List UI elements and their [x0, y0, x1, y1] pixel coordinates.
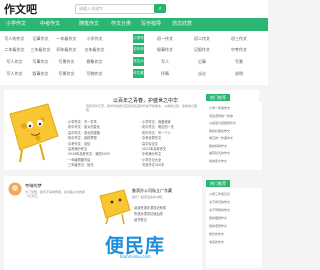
sidebar-list-item[interactable]: 写给老师的一封信: [209, 114, 233, 118]
sidebar-list-item[interactable]: 描写秋天的作文: [209, 151, 230, 155]
sidebar-tab-hot[interactable]: 热门推荐: [206, 94, 230, 101]
grid-link[interactable]: 写人作文: [2, 70, 27, 77]
nav-item-guide[interactable]: 写作指导: [141, 18, 161, 31]
section2-list-item[interactable]: 阅读鲁滨孙漂流记有感: [132, 206, 166, 211]
banner-list-item[interactable]: 初中作文：家乡的变化: [66, 125, 100, 130]
banner-list-item[interactable]: 高中议论文: [140, 142, 158, 147]
nav-item-category[interactable]: 作文分类: [111, 18, 131, 31]
banner-description: 百年风华正茂，新时代的我们应该肩负起时代赋予的使命，以青春之我，建青春之国家。: [86, 104, 198, 112]
grid-link[interactable]: 想象作文: [82, 58, 107, 65]
sidebar-list-item[interactable]: 我的好朋友作文: [209, 129, 230, 133]
grid-link[interactable]: 叙事作文: [148, 46, 182, 53]
grid-link[interactable]: 写事作文: [28, 58, 53, 65]
sidebar-list-item[interactable]: 我的家乡作文: [209, 159, 227, 163]
grid-link[interactable]: 写景: [222, 58, 256, 65]
grid-link[interactable]: 记事作文: [28, 35, 53, 42]
grid-link[interactable]: 说明: [222, 70, 256, 77]
section2-left-title[interactable]: 夸暗的梦: [25, 183, 42, 189]
section2-list-item[interactable]: 读书笔记: [132, 218, 147, 223]
sidebar-list-item[interactable]: 我的老师作文: [209, 224, 227, 228]
sidebar-list-item[interactable]: 难忘的一件事作文: [209, 136, 233, 140]
main-nav: 小学作文 中考作文 随笔作文 作文分类 写作指导 范文欣赏: [0, 18, 268, 31]
section2-list-item[interactable]: 鲁滨孙漂流记读后感: [132, 212, 163, 217]
sidebar-tab-hot-2[interactable]: 热门推荐: [206, 180, 230, 187]
grid-link[interactable]: 四年级作文: [54, 46, 79, 53]
sidebar-list-item[interactable]: 成长的作文: [209, 232, 224, 236]
banner-title[interactable]: 以百年之青春，护盛世之中华: [113, 97, 178, 104]
cheese-mascot-illustration: [9, 103, 59, 163]
avatar-icon: [8, 182, 22, 196]
section2-right-title[interactable]: 鲁滨孙公司私立广东藏: [132, 188, 172, 194]
grid-link[interactable]: 写人: [148, 58, 182, 65]
grid-link[interactable]: 初二作文: [185, 35, 219, 42]
sidebar-list-item[interactable]: 小学三年级日记: [209, 192, 230, 196]
grid-link[interactable]: 初三作文: [222, 35, 256, 42]
grid-link[interactable]: 一年级作文: [54, 35, 79, 42]
banner-list-item[interactable]: 中考优秀作文: [140, 136, 161, 141]
banner-list-item[interactable]: 写景作文300字: [140, 163, 164, 168]
cheese-mascot-small: [99, 189, 131, 225]
banner-list-item[interactable]: 三年级作文：秋天: [66, 163, 94, 168]
banner-list-item[interactable]: 中考满分作文: [140, 152, 161, 157]
section2-left-desc: 为了梦想，我们不停地奔跑，追寻着心中的那一片天空。: [25, 190, 86, 198]
grid-link[interactable]: 写人的作文: [2, 35, 27, 42]
grid-link[interactable]: 写景作文: [54, 70, 79, 77]
search-input[interactable]: 请输入关键字: [75, 4, 156, 14]
banner-list-item[interactable]: 初中作文：难忘的一天: [140, 125, 174, 130]
watermark-domain: bianminku.com: [120, 254, 151, 259]
site-logo[interactable]: 作文吧: [4, 1, 37, 17]
sidebar-list-item[interactable]: 小学一年级作文: [209, 106, 230, 110]
grid-link[interactable]: 记事: [185, 58, 219, 65]
sidebar-list-item[interactable]: 我的妈妈作文: [209, 144, 227, 148]
grid-link[interactable]: 写景作文: [54, 58, 79, 65]
grid-link[interactable]: 中考作文: [222, 46, 256, 53]
grid-link[interactable]: 三年级作文: [28, 46, 53, 53]
sidebar-list-item[interactable]: 关于梦想的作文: [209, 208, 230, 212]
section2-right-desc: 我们一起来读这本书吧。: [132, 195, 166, 199]
grid-link[interactable]: 二年级作文: [2, 46, 27, 53]
nav-item-sample[interactable]: 范文欣赏: [172, 18, 192, 31]
grid-link[interactable]: 记叙作文: [185, 46, 219, 53]
grid-link[interactable]: 抒情: [148, 70, 182, 77]
grid-category-badge[interactable]: 小学作文: [133, 34, 144, 49]
search-icon: ⌕: [158, 5, 162, 12]
grid-category-badge[interactable]: 作文大全: [133, 57, 144, 72]
banner-list-item[interactable]: 初中作文：我的梦想: [66, 136, 97, 141]
grid-link[interactable]: 叙事作文: [28, 70, 53, 77]
nav-item-middle[interactable]: 中考作文: [40, 18, 60, 31]
search-button[interactable]: ⌕: [154, 4, 166, 13]
sidebar-list-item[interactable]: 以感恩为话题的作文: [209, 121, 236, 125]
banner-list-item[interactable]: 中考作文：自信: [66, 142, 90, 147]
grid-link[interactable]: 小学作文: [82, 35, 107, 42]
sidebar-list-item[interactable]: 关于春天的作文: [209, 200, 230, 204]
grid-link[interactable]: 初一作文: [148, 35, 182, 42]
grid-category-badge[interactable]: 初中作文: [133, 45, 144, 60]
grid-link[interactable]: 五年级作文: [82, 46, 107, 53]
grid-link[interactable]: 写人作文: [2, 58, 27, 65]
sidebar-list-item[interactable]: 我的理想作文: [209, 216, 227, 220]
grid-link[interactable]: 写物作文: [82, 70, 107, 77]
grid-category-badge[interactable]: 作文素材: [133, 69, 144, 84]
sidebar-list-item[interactable]: 未来的作文: [209, 240, 224, 244]
nav-item-primary[interactable]: 小学作文: [6, 18, 26, 31]
nav-item-essay[interactable]: 随笔作文: [79, 18, 99, 31]
grid-link[interactable]: 议论: [185, 70, 219, 77]
banner-list-item[interactable]: 2019年高考作文：我的2035: [66, 152, 110, 157]
